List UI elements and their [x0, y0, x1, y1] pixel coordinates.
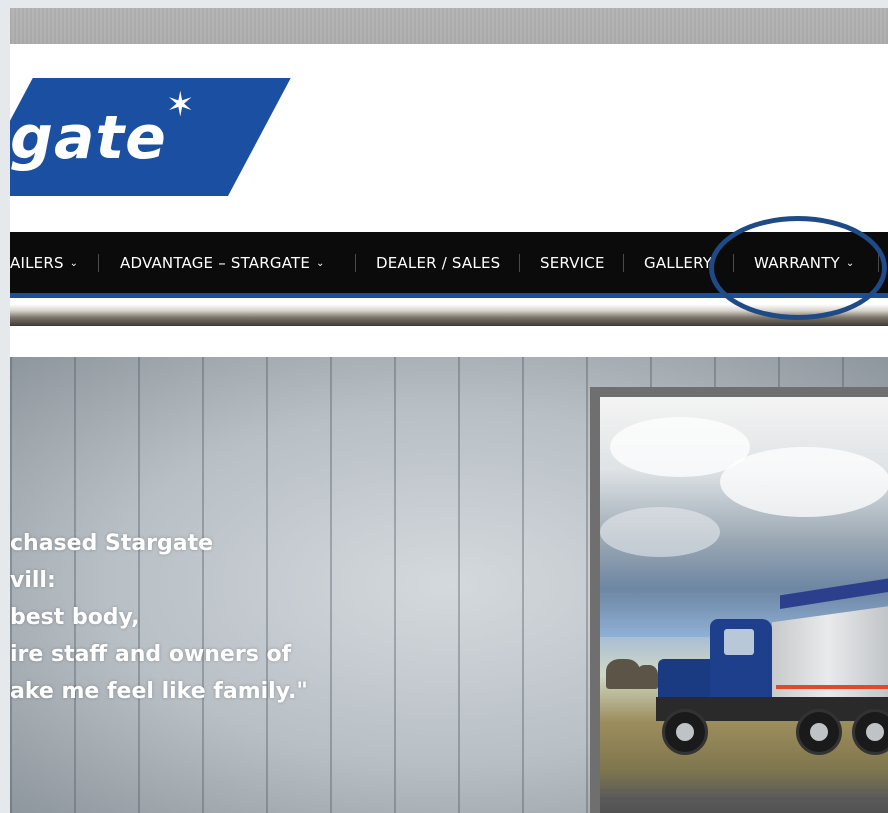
wheel-hub [810, 723, 828, 741]
truck-photo-frame [590, 387, 888, 813]
nav-item-service[interactable]: SERVICE [540, 232, 605, 293]
nav-item-dealer-sales[interactable]: DEALER / SALES [376, 232, 500, 293]
truck-cab-window [724, 629, 754, 655]
nav-separator [733, 254, 734, 272]
logo-star-icon: ✶ [166, 85, 195, 125]
chevron-down-icon: ⌄ [69, 258, 79, 269]
nav-separator [519, 254, 520, 272]
nav-item-label: GALLERY [644, 254, 713, 272]
site-header: gate ✶ [10, 44, 888, 232]
nav-separator [98, 254, 99, 272]
chevron-down-icon: ⌄ [845, 258, 855, 269]
metallic-divider-band [10, 298, 888, 326]
top-texture-bar [10, 8, 888, 44]
truck-wheel [662, 709, 708, 755]
logo-text: gate [10, 103, 167, 173]
nav-item-label: AILERS [10, 254, 64, 272]
photo-tree [606, 659, 640, 689]
nav-item-label: ADVANTAGE – STARGATE [120, 254, 311, 272]
nav-item-warranty[interactable]: WARRANTY ⌄ [754, 232, 855, 293]
chevron-down-icon: ⌄ [316, 258, 325, 269]
quote-line: ake me feel like family." [10, 679, 308, 704]
nav-separator [623, 254, 624, 272]
nav-item-advantage-stargate[interactable]: ADVANTAGE – STARGATE ⌄ [120, 232, 325, 293]
photo-cloud [600, 507, 720, 557]
quote-line: best body, [10, 605, 140, 630]
nav-item-gallery[interactable]: GALLERY [644, 232, 712, 293]
main-nav: AILERS ⌄ ADVANTAGE – STARGATE ⌄ DEALER / S… [10, 232, 888, 298]
nav-separator [878, 254, 879, 272]
wheel-hub [866, 723, 884, 741]
photo-tree [636, 665, 658, 689]
quote-line: ire staff and owners of [10, 642, 292, 667]
browser-page: gate ✶ AILERS ⌄ ADVANTAGE – STARGATE ⌄ DEA… [10, 8, 888, 813]
wheel-hub [676, 723, 694, 741]
quote-line: vill: [10, 568, 56, 593]
nav-item-trailers[interactable]: AILERS ⌄ [10, 232, 78, 293]
photo-cloud [720, 447, 888, 517]
truck-wheel [796, 709, 842, 755]
nav-item-label: WARRANTY [754, 254, 840, 272]
nav-item-label: SERVICE [540, 254, 605, 272]
truck-body-stripe [776, 685, 888, 689]
nav-separator [355, 254, 356, 272]
testimonial-quote: chased Stargate vill: best body, ire sta… [10, 525, 308, 710]
nav-item-label: DEALER / SALES [376, 254, 501, 272]
quote-line: chased Stargate [10, 531, 214, 556]
dump-truck-photo [600, 397, 888, 813]
truck-cab [710, 619, 772, 699]
hero-section: chased Stargate vill: best body, ire sta… [10, 357, 888, 813]
